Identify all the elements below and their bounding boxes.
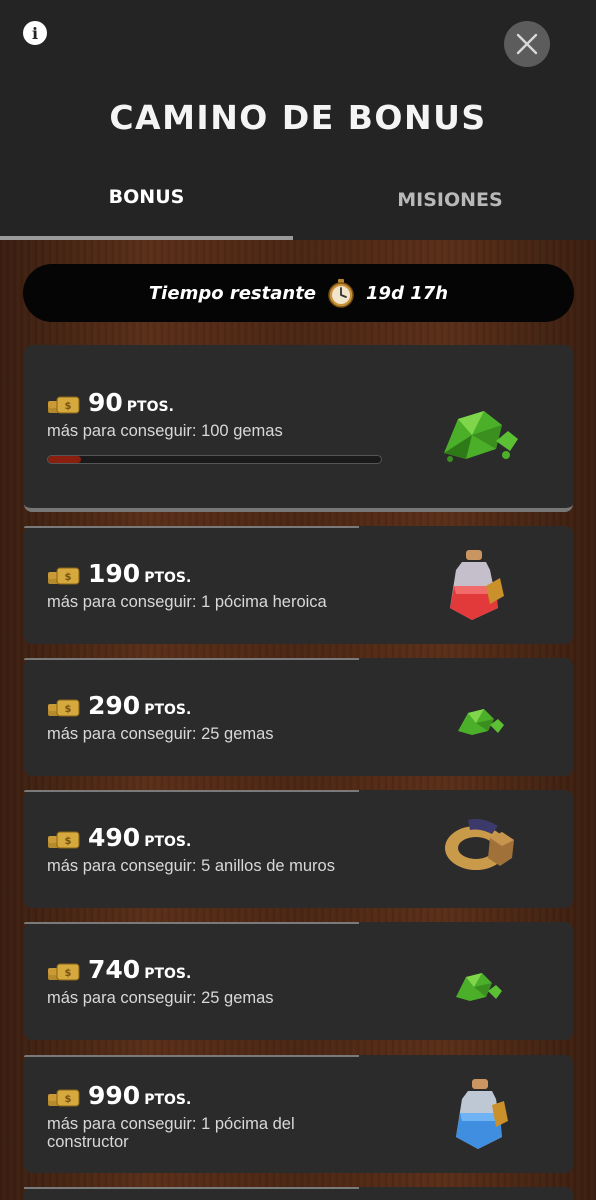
tab-bonus[interactable]: BONUS <box>0 186 293 208</box>
points-value: 490 PTOS. <box>88 823 192 852</box>
reward-card[interactable]: $ 740 PTOS. más para conseguir: 25 gemas <box>24 922 573 1040</box>
reward-card[interactable]: $ 190 PTOS. más para conseguir: 1 pócima … <box>24 526 573 644</box>
svg-text:$: $ <box>65 572 72 583</box>
reward-description: más para conseguir: 5 anillos de muros <box>47 857 335 875</box>
time-remaining-banner: Tiempo restante 19d 17h <box>23 264 574 322</box>
reward-card[interactable]: $ 990 PTOS. más para conseguir: 1 pócima … <box>24 1055 573 1173</box>
svg-text:$: $ <box>65 704 72 715</box>
progress-bar <box>47 455 382 464</box>
svg-text:$: $ <box>65 401 72 412</box>
close-icon <box>516 33 538 55</box>
gems-pile-icon <box>444 411 518 462</box>
coins-icon: $ <box>48 1089 80 1107</box>
time-remaining-label: Tiempo restante <box>148 282 317 304</box>
points-value: 290 PTOS. <box>88 691 192 720</box>
coins-icon: $ <box>48 567 80 585</box>
points-value: 90 PTOS. <box>88 388 174 417</box>
reward-card[interactable]: $ 290 PTOS. más para conseguir: 25 gemas <box>24 658 573 776</box>
reward-description: más para conseguir: 100 gemas <box>47 422 283 440</box>
wall-ring-icon <box>445 818 514 870</box>
reward-card-partial <box>24 1187 573 1200</box>
close-button[interactable] <box>504 21 550 67</box>
svg-text:$: $ <box>65 836 72 847</box>
gems-icon <box>456 973 502 1001</box>
coins-icon: $ <box>48 963 80 981</box>
reward-description: más para conseguir: 25 gemas <box>47 989 274 1007</box>
reward-card[interactable]: $ 490 PTOS. más para conseguir: 5 anillos… <box>24 790 573 908</box>
gems-icon <box>458 709 504 735</box>
coins-icon: $ <box>48 396 80 414</box>
builder-potion-icon <box>456 1079 508 1149</box>
points-value: 990 PTOS. <box>88 1081 192 1110</box>
coins-icon: $ <box>48 831 80 849</box>
svg-text:$: $ <box>65 1094 72 1105</box>
header: i CAMINO DE BONUS BONUS MISIONES <box>0 0 596 240</box>
svg-text:$: $ <box>65 968 72 979</box>
tab-missions[interactable]: MISIONES <box>302 189 596 211</box>
reward-description: más para conseguir: 25 gemas <box>47 725 274 743</box>
page-title: CAMINO DE BONUS <box>109 98 487 137</box>
time-remaining-value: 19d 17h <box>366 282 449 304</box>
points-value: 740 PTOS. <box>88 955 192 984</box>
reward-description: más para conseguir: 1 pócima heroica <box>47 593 327 611</box>
stopwatch-icon <box>328 279 354 308</box>
progress-fill <box>48 456 82 463</box>
reward-description: más para conseguir: 1 pócima del constru… <box>47 1115 295 1151</box>
points-value: 190 PTOS. <box>88 559 192 588</box>
hero-potion-icon <box>450 550 504 620</box>
reward-card[interactable]: $ 90 PTOS. más para conseguir: 100 gemas <box>24 345 573 512</box>
coins-icon: $ <box>48 699 80 717</box>
info-icon[interactable]: i <box>23 21 47 45</box>
